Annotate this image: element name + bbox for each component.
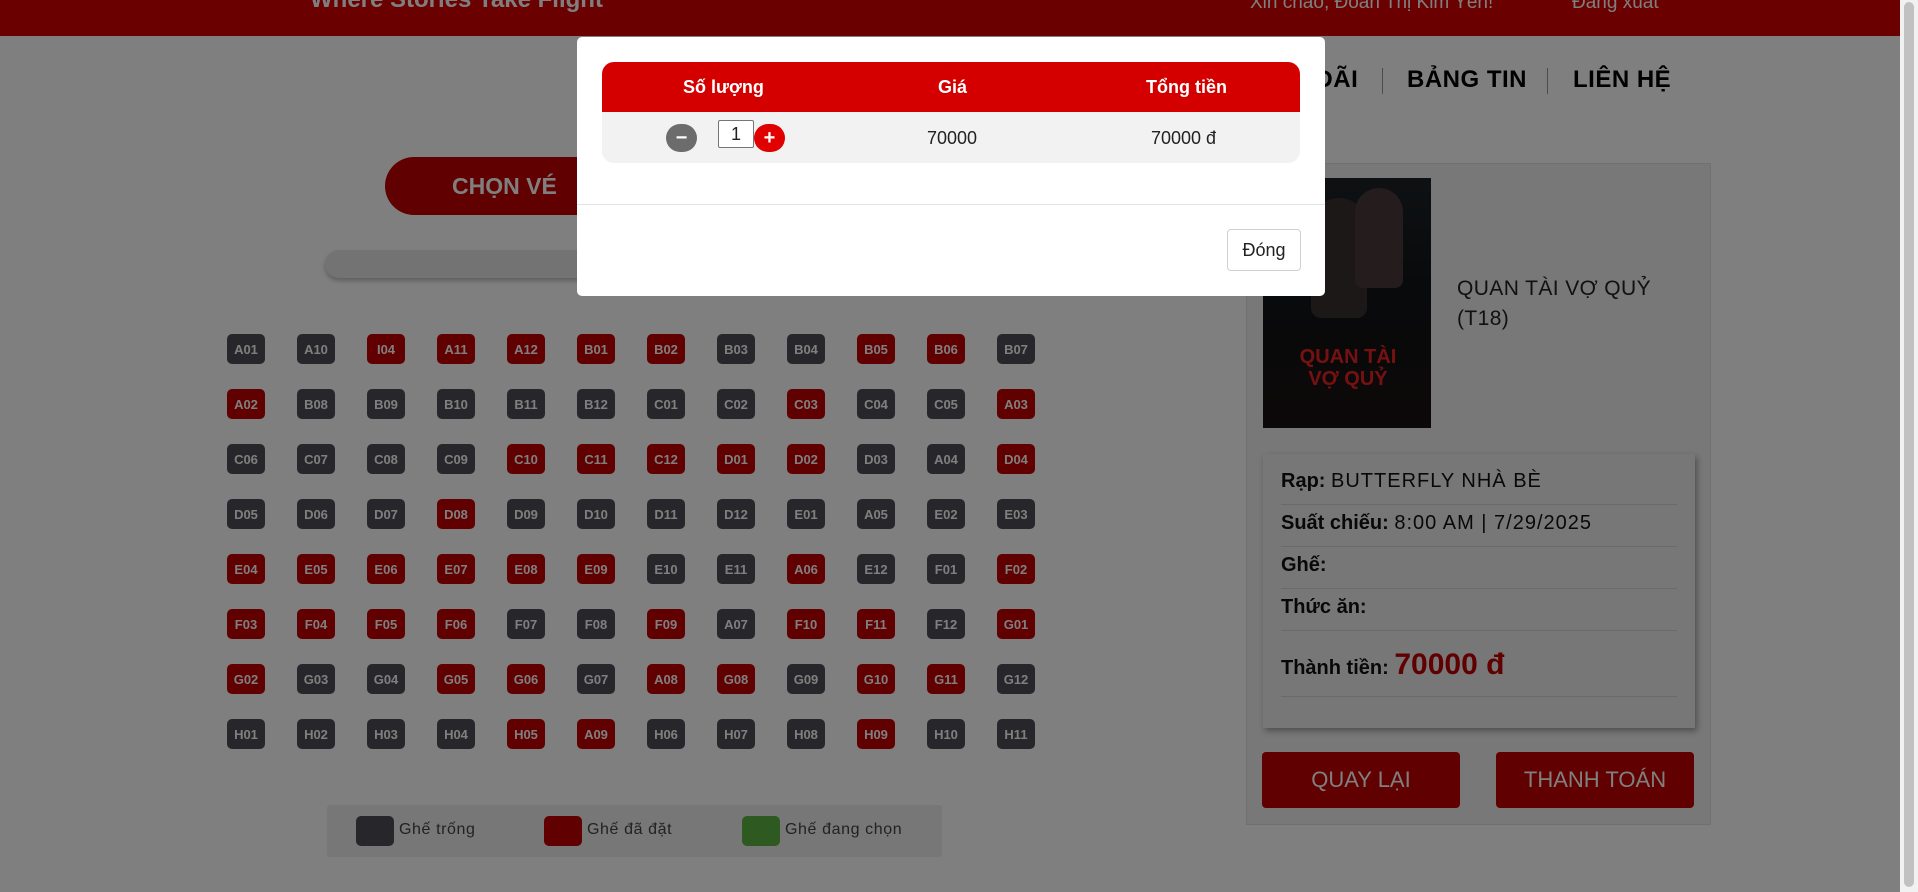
- decrease-quantity-button[interactable]: −: [666, 124, 697, 152]
- quantity-input[interactable]: [718, 120, 754, 148]
- header-total: Tổng tiền: [1146, 77, 1227, 97]
- modal-table-header: Số lượng Giá Tổng tiền: [602, 62, 1300, 112]
- price-value: 70000: [927, 128, 978, 148]
- header-price: Giá: [938, 77, 968, 97]
- quantity-stepper: − +: [634, 112, 794, 163]
- ticket-quantity-modal: Số lượng Giá Tổng tiền − + 70000 70000 đ…: [577, 37, 1325, 296]
- increase-quantity-button[interactable]: +: [754, 124, 785, 152]
- modal-divider: [577, 204, 1325, 205]
- modal-table-row: − + 70000 70000 đ: [602, 112, 1300, 163]
- scrollbar-thumb[interactable]: [1904, 2, 1914, 887]
- total-price-value: 70000 đ: [1151, 128, 1217, 148]
- close-button[interactable]: Đóng: [1227, 229, 1301, 271]
- header-quantity: Số lượng: [683, 77, 764, 97]
